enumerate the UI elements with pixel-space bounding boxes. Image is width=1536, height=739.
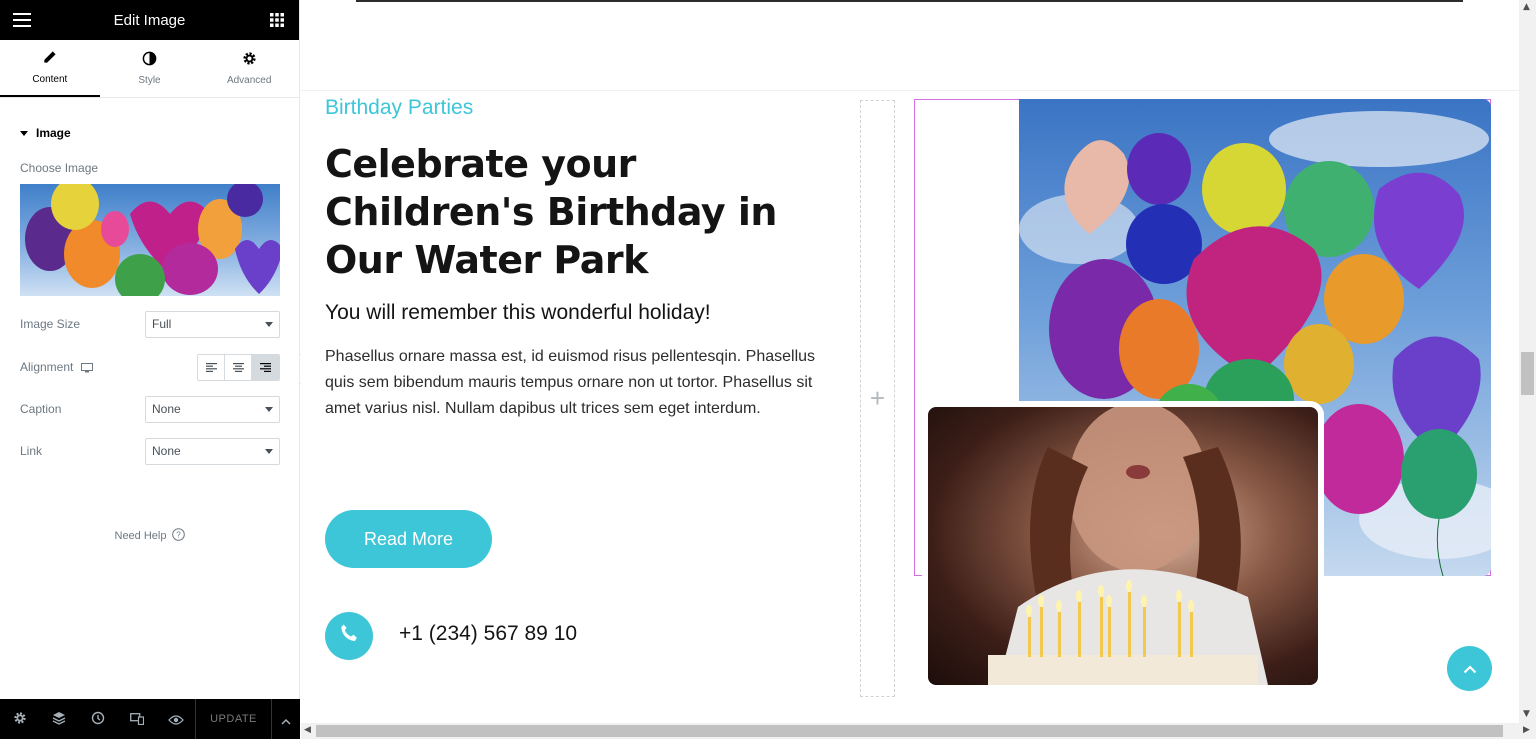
widgets-grid-icon[interactable] [267, 10, 287, 30]
image-size-control: Image Size Full [20, 310, 280, 338]
editor-panel: Edit Image Content Style Advanced Image … [0, 0, 300, 739]
chevron-down-icon [265, 448, 273, 454]
page-preview: Birthday Parties Celebrate your Children… [301, 0, 1519, 723]
link-select[interactable]: None [145, 437, 280, 465]
tab-style[interactable]: Style [100, 40, 200, 97]
section-subheading: You will remember this wonderful holiday… [325, 301, 711, 324]
image-size-select[interactable]: Full [145, 310, 280, 338]
horizontal-scroll-thumb[interactable] [316, 725, 1503, 737]
plus-icon[interactable]: + [870, 383, 885, 414]
panel-tabs: Content Style Advanced [0, 40, 299, 98]
question-circle-icon: ? [172, 528, 186, 544]
vertical-scroll-thumb[interactable] [1521, 352, 1534, 395]
need-help-link[interactable]: Need Help ? [0, 528, 300, 544]
caption-select[interactable]: None [145, 395, 280, 423]
section-divider [301, 90, 1519, 91]
phone-icon [337, 622, 361, 650]
align-right-icon [260, 362, 271, 372]
alignment-label: Alignment [20, 360, 74, 374]
caption-label: Caption [20, 402, 62, 416]
alignment-control: Alignment [20, 353, 280, 381]
scroll-left-arrow-icon[interactable]: ◀ [304, 725, 311, 735]
hamburger-menu-icon[interactable] [12, 10, 32, 30]
tab-style-label: Style [138, 75, 161, 86]
chevron-down-icon [265, 406, 273, 412]
section-paragraph: Phasellus ornare massa est, id euismod r… [325, 348, 816, 417]
align-right-button[interactable] [252, 354, 279, 380]
scroll-down-arrow-icon[interactable]: ▼ [1523, 709, 1530, 719]
pencil-icon [42, 50, 57, 68]
link-control: Link None [20, 437, 280, 465]
panel-footer: UPDATE [0, 699, 300, 739]
chevron-down-icon [265, 321, 273, 327]
section-title: Image [36, 126, 71, 140]
align-left-icon [205, 362, 217, 372]
caret-down-icon [20, 126, 28, 140]
caption-value: None [152, 402, 181, 416]
alignment-label-wrap: Alignment [20, 358, 94, 377]
navigator-button[interactable] [39, 699, 78, 739]
alignment-buttons [197, 353, 280, 381]
gear-icon [242, 51, 257, 69]
history-button[interactable] [78, 699, 117, 739]
chevron-up-icon [1463, 659, 1477, 678]
update-options-button[interactable] [272, 699, 300, 739]
previous-section-edge [356, 0, 1463, 2]
responsive-devices-icon [129, 710, 144, 729]
update-button[interactable]: UPDATE [195, 699, 272, 739]
align-center-button[interactable] [225, 354, 252, 380]
choose-image-label: Choose Image [20, 161, 99, 175]
need-help-label: Need Help [114, 530, 167, 542]
image-size-label: Image Size [20, 317, 81, 331]
tab-content-label: Content [32, 74, 68, 85]
birthday-girl-image-card[interactable] [922, 401, 1324, 691]
panel-title: Edit Image [113, 11, 186, 29]
svg-text:?: ? [177, 531, 182, 540]
align-left-button[interactable] [198, 354, 225, 380]
preview-button[interactable] [156, 699, 195, 739]
image-size-value: Full [152, 317, 172, 331]
history-icon [91, 710, 105, 729]
layers-icon [52, 710, 66, 729]
eye-icon [167, 710, 184, 729]
birthday-girl-image [928, 407, 1318, 685]
empty-column-placeholder: + [860, 100, 895, 697]
caption-control: Caption None [20, 395, 280, 423]
responsive-mode-button[interactable] [117, 699, 156, 739]
phone-number[interactable]: +1 (234) 567 89 10 [399, 622, 577, 646]
image-thumbnail[interactable] [20, 184, 280, 296]
horizontal-scrollbar[interactable]: ◀ ▶ [301, 723, 1536, 739]
tab-advanced[interactable]: Advanced [199, 40, 299, 97]
read-more-button[interactable]: Read More [325, 510, 492, 568]
tab-advanced-label: Advanced [226, 75, 272, 86]
scroll-right-arrow-icon[interactable]: ▶ [1523, 725, 1530, 735]
half-circle-icon [142, 51, 157, 69]
section-heading: Celebrate your Children's Birthday in Ou… [325, 142, 777, 282]
image-section-toggle[interactable]: Image [0, 98, 299, 140]
phone-button[interactable] [325, 612, 373, 660]
desktop-icon[interactable] [81, 358, 94, 377]
tab-content[interactable]: Content [0, 40, 100, 97]
section-subtitle: Birthday Parties [325, 96, 474, 119]
settings-button[interactable] [0, 699, 39, 739]
gear-icon [13, 710, 27, 729]
link-value: None [152, 444, 181, 458]
scroll-up-arrow-icon[interactable]: ▲ [1523, 2, 1530, 12]
link-label: Link [20, 444, 43, 458]
panel-header: Edit Image [0, 0, 299, 40]
vertical-scrollbar[interactable]: ▲ ▼ [1519, 0, 1536, 723]
scroll-to-top-button[interactable] [1447, 646, 1492, 691]
align-center-icon [232, 362, 244, 372]
chevron-up-icon [281, 710, 291, 729]
